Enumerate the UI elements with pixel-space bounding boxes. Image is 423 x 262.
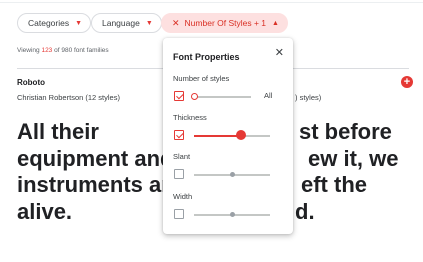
language-label: Language [102, 18, 140, 28]
sample-line-right: st before [299, 119, 392, 144]
number-of-styles-slider-handle[interactable] [191, 92, 198, 100]
sample-line-left: instruments ar [17, 172, 170, 197]
caret-up-icon: ▲ [272, 19, 279, 27]
categories-label: Categories [28, 18, 70, 28]
close-icon[interactable]: ✕ [275, 46, 284, 59]
top-divider [0, 2, 423, 3]
width-label: Width [173, 192, 193, 201]
active-filter-label: Number Of Styles + 1 [184, 18, 267, 28]
caret-down-icon: ▼ [145, 19, 153, 27]
sample-line-right: ew it, we [308, 145, 399, 171]
sample-line-right: d. [295, 198, 315, 224]
width-checkbox[interactable] [174, 209, 184, 219]
slant-slider-handle[interactable] [230, 172, 235, 177]
add-font-button[interactable]: + [401, 76, 413, 88]
font-designer: Christian Robertson (12 styles) [17, 93, 120, 102]
clear-filter-icon[interactable]: ✕ [172, 18, 180, 29]
sample-line-left: alive. [17, 198, 73, 224]
caret-down-icon: ▼ [75, 19, 83, 27]
number-of-styles-label: Number of styles [173, 74, 230, 83]
font-properties-panel: Font Properties ✕ Number of styles All T… [163, 38, 293, 234]
number-of-styles-checkbox[interactable] [174, 91, 184, 101]
panel-title: Font Properties [173, 52, 240, 62]
sample-line-right: eft the [301, 172, 367, 197]
slant-checkbox[interactable] [174, 169, 184, 179]
thickness-track-fill [194, 134, 241, 137]
font-designer-partial: ) styles) [295, 93, 322, 102]
sample-line-left: equipment and [17, 145, 174, 171]
thickness-slider-handle[interactable] [236, 130, 246, 140]
slant-label: Slant [173, 152, 191, 161]
thickness-checkbox[interactable] [174, 130, 184, 140]
results-count: Viewing 123 of 980 font families [17, 47, 109, 54]
language-filter-chip[interactable]: Language ▼ [91, 13, 162, 33]
sample-line-left: All their [17, 119, 99, 144]
number-of-styles-value: All [264, 91, 273, 100]
categories-filter-chip[interactable]: Categories ▼ [17, 13, 92, 33]
width-slider-handle[interactable] [230, 212, 235, 217]
font-family-name[interactable]: Roboto [17, 78, 45, 87]
number-of-styles-track[interactable] [194, 96, 251, 98]
number-of-styles-filter-chip[interactable]: ✕ Number Of Styles + 1 ▲ [161, 13, 288, 33]
thickness-label: Thickness [173, 113, 207, 122]
